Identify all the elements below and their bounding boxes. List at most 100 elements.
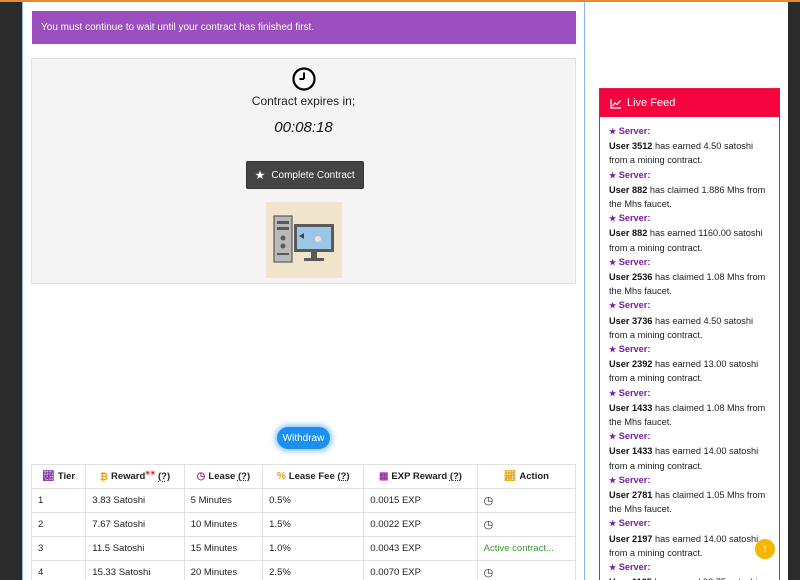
cell-lease: 20 Minutes	[183, 560, 264, 580]
cell-tier: 1	[30, 488, 87, 513]
lease-fee-help-link[interactable]: (?)	[337, 471, 349, 482]
header-lease: ◷ Lease (?)	[183, 464, 264, 489]
header-exp-reward: ▦ EXP Reward (?)	[363, 464, 478, 489]
list-item: ★ Server: User 3736 has earned 4.50 satos…	[609, 298, 770, 342]
cell-lease: 10 Minutes	[183, 512, 264, 537]
cell-exp: 0.0015 EXP	[363, 488, 478, 513]
cell-fee: 0.5%	[262, 488, 365, 513]
feed-server-label: ★ Server:	[609, 126, 651, 136]
feed-user: User 882	[609, 184, 648, 195]
feed-user: User 2392	[609, 359, 653, 370]
cell-reward: 3.83 Satoshi	[85, 488, 185, 513]
star-icon: ★	[609, 345, 617, 355]
feed-server-label: ★ Server:	[609, 256, 651, 267]
alert-text: You must continue to wait until your con…	[41, 22, 315, 33]
page: You must continue to wait until your con…	[22, 2, 788, 580]
list-item: ★ Server: User 1433 has claimed 1.08 Mhs …	[609, 386, 770, 430]
contract-expires-label: Contract expires in;	[251, 94, 356, 108]
feed-server-label: ★ Server:	[609, 562, 651, 573]
table-row: 1 3.83 Satoshi 5 Minutes 0.5% 0.0015 EXP…	[30, 488, 577, 513]
wait-alert: You must continue to wait until your con…	[32, 11, 576, 44]
start-contract-clock-icon[interactable]: ◷	[484, 519, 494, 531]
lease-help-link[interactable]: (?)	[238, 471, 250, 482]
feed-server-label: ★ Server:	[609, 344, 651, 355]
list-item: ★ Server:User 1105 has earned 93.75 sato…	[609, 560, 770, 580]
tiers-table: 📈︎ Tier ₿ Reward✳✳ (?) ◷ Lease (?) % Lease F…	[30, 464, 577, 580]
live-feed-header: Live Feed	[600, 89, 779, 117]
cell-action: Active contract...	[476, 536, 577, 561]
cell-fee: 1.0%	[262, 536, 365, 561]
computer-illustration	[266, 202, 342, 278]
cell-tier: 3	[30, 536, 87, 561]
table-header-row: 📈︎ Tier ₿ Reward✳✳ (?) ◷ Lease (?) % Lease F…	[30, 464, 577, 489]
cell-fee: 1.5%	[262, 512, 365, 537]
feed-user: User 1433	[609, 446, 653, 457]
star-icon: ★	[609, 170, 617, 180]
table-row: 4 15.33 Satoshi 20 Minutes 2.5% 0.0070 E…	[30, 560, 577, 580]
scroll-to-top-button[interactable]: ↑	[755, 539, 775, 559]
withdraw-button[interactable]: Withdraw	[277, 427, 330, 449]
star-icon: ★	[609, 388, 617, 398]
star-icon: ★	[609, 432, 617, 442]
table-row: 2 7.67 Satoshi 10 Minutes 1.5% 0.0022 EX…	[30, 512, 577, 537]
th-large-icon: ▦	[378, 471, 389, 482]
cell-action: ◷	[476, 488, 577, 513]
cell-lease: 5 Minutes	[183, 488, 264, 513]
feed-server-label: ★ Server:	[609, 213, 651, 224]
header-reward: ₿ Reward✳✳ (?)	[85, 464, 185, 489]
live-feed-title: Live Feed	[627, 97, 676, 109]
feed-server-label: ★ Server:	[609, 474, 651, 485]
list-item: ★ Server: User 1433 has earned 14.00 sato…	[609, 429, 770, 473]
contract-panel: Contract expires in; 00:08:18 Complete C…	[31, 58, 576, 284]
cell-lease: 15 Minutes	[183, 536, 264, 561]
feed-server-label: ★ Server:	[609, 431, 651, 442]
cell-exp: 0.0070 EXP	[363, 560, 478, 580]
star-icon: ★	[609, 563, 617, 573]
cell-fee: 2.5%	[262, 560, 365, 580]
reward-superscript: ✳✳	[145, 471, 156, 478]
feed-user: User 2536	[609, 272, 653, 283]
cell-action: ◷	[476, 560, 577, 580]
clock-icon	[292, 67, 316, 91]
cell-reward: 7.67 Satoshi	[85, 512, 185, 537]
start-contract-clock-icon[interactable]: ◷	[484, 567, 494, 579]
list-item: ★ Server: User 2392 has earned 13.00 sato…	[609, 342, 770, 386]
header-tier: 📈︎ Tier	[30, 464, 87, 489]
bitcoin-icon: ₿	[99, 471, 108, 483]
start-contract-clock-icon[interactable]: ◷	[484, 495, 494, 507]
feed-server-label: ★ Server:	[609, 518, 651, 529]
list-item: ★ Server: User 882 has earned 1160.00 sat…	[609, 211, 770, 255]
star-icon: ★	[609, 475, 617, 485]
cell-reward: 15.33 Satoshi	[85, 560, 185, 580]
reward-help-link[interactable]: (?)	[158, 472, 170, 483]
list-item: ★ Server: User 2781 has claimed 1.05 Mhs …	[609, 473, 770, 517]
percent-icon: %	[276, 471, 286, 482]
chart-line-icon	[610, 98, 621, 109]
list-item: ★ Server: User 882 has claimed 1.886 Mhs …	[609, 168, 770, 212]
main-column: You must continue to wait until your con…	[22, 2, 585, 580]
star-icon: ★	[609, 257, 617, 267]
star-icon: ★	[609, 519, 617, 529]
complete-contract-button[interactable]: Complete Contract	[246, 161, 364, 189]
cell-action: ◷	[476, 512, 577, 537]
cell-tier: 2	[30, 512, 87, 537]
exp-reward-help-link[interactable]: (?)	[450, 471, 462, 482]
live-feed-list: ★ Server: User 3512 has earned 4.50 satos…	[600, 117, 779, 580]
star-icon: ★	[609, 127, 617, 136]
contract-timer: 00:08:18	[274, 119, 333, 136]
feed-user: User 2781	[609, 490, 653, 501]
feed-server-label: ★ Server:	[609, 300, 651, 311]
feed-user: User 882	[609, 228, 648, 239]
list-item: ★ Server: User 2197 has earned 14.00 sato…	[609, 516, 770, 560]
complete-contract-label: Complete Contract	[271, 169, 355, 181]
cell-tier: 4	[30, 560, 87, 580]
feed-user: User 3512	[609, 141, 653, 152]
cell-exp: 0.0043 EXP	[363, 536, 478, 561]
feed-server-label: ★ Server:	[609, 169, 651, 180]
cell-reward: 11.5 Satoshi	[85, 536, 185, 561]
header-action: 📈︎ Action	[476, 464, 577, 489]
cell-exp: 0.0022 EXP	[363, 512, 478, 537]
list-item: ★ Server: User 2536 has claimed 1.08 Mhs …	[609, 255, 770, 299]
list-item: ★ Server: User 3512 has earned 4.50 satos…	[609, 124, 770, 168]
active-contract-status: Active contract...	[483, 543, 554, 554]
